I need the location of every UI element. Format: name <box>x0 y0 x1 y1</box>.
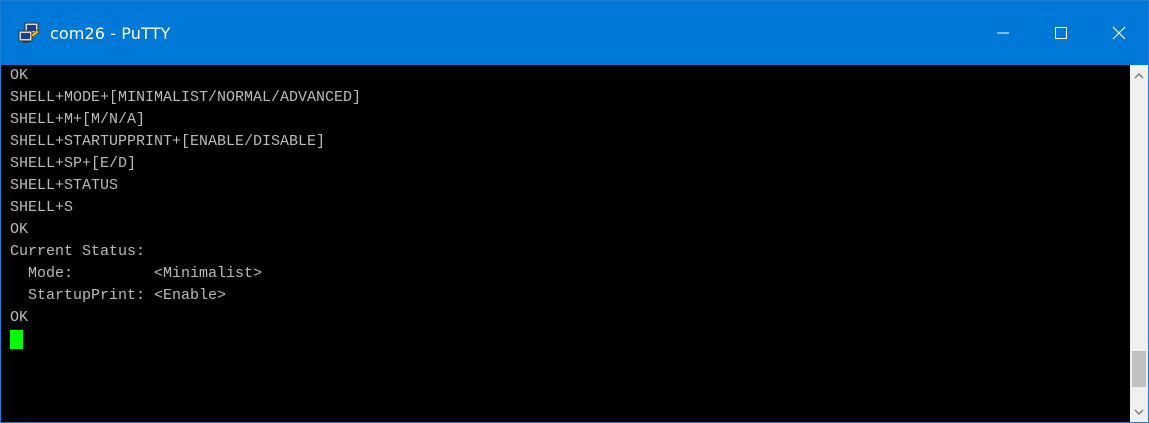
minimize-icon <box>997 32 1009 34</box>
vertical-scrollbar[interactable] <box>1130 65 1148 422</box>
putty-window: com26 - PuTTY OK SHELL+MODE+[MINIMALIST/… <box>0 0 1149 423</box>
terminal-line: OK <box>10 67 29 84</box>
minimize-button[interactable] <box>974 1 1032 65</box>
close-icon <box>1112 26 1126 40</box>
scroll-down-button[interactable] <box>1130 403 1148 420</box>
terminal-cursor <box>10 330 23 349</box>
terminal-line: Mode: <Minimalist> <box>10 265 263 282</box>
chevron-down-icon <box>1134 409 1144 415</box>
scrollbar-thumb[interactable] <box>1132 351 1146 388</box>
terminal-area[interactable]: OK SHELL+MODE+[MINIMALIST/NORMAL/ADVANCE… <box>1 65 1130 422</box>
terminal-line: OK <box>10 221 29 238</box>
terminal-line: SHELL+S <box>10 199 74 216</box>
window-controls <box>974 1 1148 65</box>
terminal-line: SHELL+SP+[E/D] <box>10 155 137 172</box>
maximize-button[interactable] <box>1032 1 1090 65</box>
terminal-line: Current Status: <box>10 243 146 260</box>
terminal-line: SHELL+STATUS <box>10 177 119 194</box>
putty-icon[interactable] <box>18 22 40 44</box>
window-title: com26 - PuTTY <box>50 23 171 43</box>
terminal-line: StartupPrint: <Enable> <box>10 287 227 304</box>
maximize-icon <box>1055 27 1067 39</box>
scroll-up-button[interactable] <box>1130 67 1148 84</box>
close-button[interactable] <box>1090 1 1148 65</box>
terminal-line: SHELL+STARTUPPRINT+[ENABLE/DISABLE] <box>10 133 326 150</box>
chevron-up-icon <box>1134 72 1144 78</box>
terminal-line: SHELL+MODE+[MINIMALIST/NORMAL/ADVANCED] <box>10 89 362 106</box>
terminal-line: SHELL+M+[M/N/A] <box>10 111 146 128</box>
title-bar[interactable]: com26 - PuTTY <box>1 1 1148 65</box>
terminal-line: OK <box>10 309 29 326</box>
